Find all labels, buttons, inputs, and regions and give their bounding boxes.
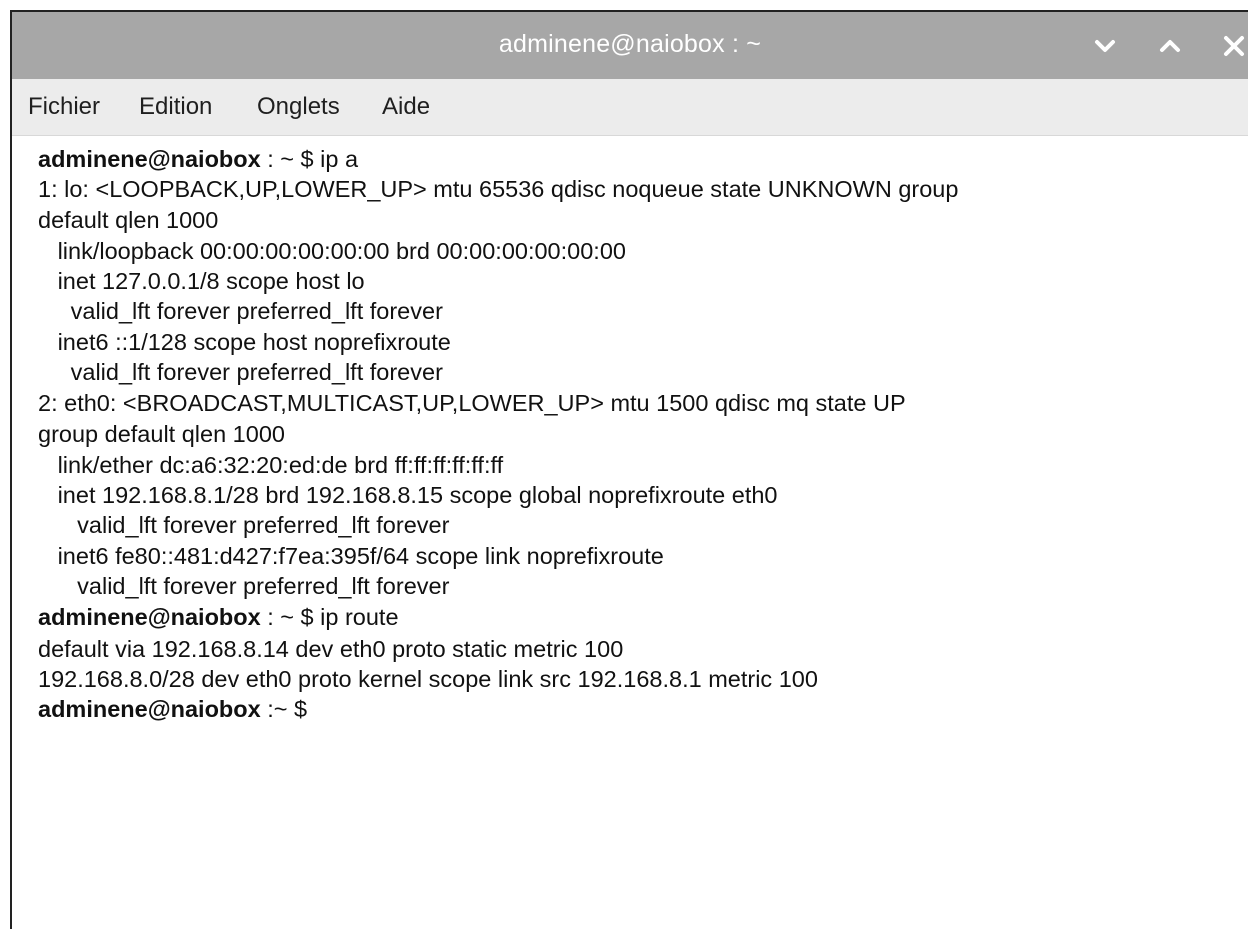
menu-bar: Fichier Edition Onglets Aide bbox=[12, 79, 1248, 136]
terminal-output[interactable]: adminene@naiobox : ~ $ ip a 1: lo: <LOOPB… bbox=[12, 136, 1248, 929]
terminal-window: adminene@naiobox : ~ Fichier Edition Ong… bbox=[10, 10, 1248, 929]
output-text: group default qlen 1000 bbox=[38, 421, 285, 447]
command-text: :~ $ bbox=[260, 696, 308, 722]
output-text: inet 127.0.0.1/8 scope host lo bbox=[38, 268, 365, 294]
output-text: inet6 fe80::481:d427:f7ea:395f/64 scope … bbox=[38, 543, 664, 569]
output-line: valid_lft forever preferred_lft forever bbox=[38, 512, 449, 539]
output-text: 2: eth0: <BROADCAST,MULTICAST,UP,LOWER_U… bbox=[38, 390, 906, 416]
menu-onglets[interactable]: Onglets bbox=[257, 93, 340, 121]
command-text: : ~ $ ip route bbox=[260, 604, 399, 630]
prompt-user: adminene@naiobox bbox=[38, 146, 261, 172]
output-line: valid_lft forever preferred_lft forever bbox=[38, 359, 443, 386]
window-title: adminene@naiobox : ~ bbox=[498, 30, 762, 58]
output-line: 2: eth0: <BROADCAST,MULTICAST,UP,LOWER_U… bbox=[38, 390, 906, 417]
output-line: inet 127.0.0.1/8 scope host lo bbox=[38, 268, 365, 295]
output-line: 192.168.8.0/28 dev eth0 proto kernel sco… bbox=[38, 666, 818, 693]
output-text: link/ether dc:a6:32:20:ed:de brd ff:ff:f… bbox=[38, 452, 504, 478]
menu-aide[interactable]: Aide bbox=[382, 93, 430, 121]
output-text: valid_lft forever preferred_lft forever bbox=[38, 298, 443, 324]
output-text: inet6 ::1/128 scope host noprefixroute bbox=[38, 329, 451, 355]
menu-edition[interactable]: Edition bbox=[139, 93, 212, 121]
output-text: inet 192.168.8.1/28 brd 192.168.8.15 sco… bbox=[38, 482, 778, 508]
output-line: valid_lft forever preferred_lft forever bbox=[38, 298, 443, 325]
prompt-user: adminene@naiobox bbox=[38, 604, 261, 630]
output-text: valid_lft forever preferred_lft forever bbox=[38, 512, 450, 538]
close-button[interactable] bbox=[1217, 30, 1248, 62]
close-icon bbox=[1222, 34, 1246, 58]
output-line: group default qlen 1000 bbox=[38, 421, 285, 448]
title-bar[interactable]: adminene@naiobox : ~ bbox=[12, 12, 1248, 79]
command-text: : ~ $ ip a bbox=[260, 146, 359, 172]
output-text: 192.168.8.0/28 dev eth0 proto kernel sco… bbox=[38, 666, 818, 692]
output-line: 1: lo: <LOOPBACK,UP,LOWER_UP> mtu 65536 … bbox=[38, 176, 958, 203]
minimize-button[interactable] bbox=[1088, 30, 1122, 62]
prompt-line: adminene@naiobox : ~ $ ip route bbox=[38, 604, 399, 631]
chevron-up-icon bbox=[1159, 39, 1181, 53]
output-line: inet 192.168.8.1/28 brd 192.168.8.15 sco… bbox=[38, 482, 778, 509]
maximize-button[interactable] bbox=[1153, 30, 1187, 62]
output-line: link/ether dc:a6:32:20:ed:de brd ff:ff:f… bbox=[38, 452, 504, 479]
output-text: link/loopback 00:00:00:00:00:00 brd 00:0… bbox=[38, 238, 626, 264]
prompt-user: adminene@naiobox bbox=[38, 696, 261, 722]
output-text: default via 192.168.8.14 dev eth0 proto … bbox=[38, 636, 624, 662]
output-line: inet6 ::1/128 scope host noprefixroute bbox=[38, 329, 451, 356]
menu-fichier[interactable]: Fichier bbox=[28, 93, 100, 121]
chevron-down-icon bbox=[1094, 39, 1116, 53]
output-line: default qlen 1000 bbox=[38, 207, 218, 234]
output-text: valid_lft forever preferred_lft forever bbox=[38, 359, 443, 385]
output-text: default qlen 1000 bbox=[38, 207, 219, 233]
prompt-line: adminene@naiobox : ~ $ ip a bbox=[38, 146, 358, 173]
output-text: 1: lo: <LOOPBACK,UP,LOWER_UP> mtu 65536 … bbox=[38, 176, 959, 202]
output-line: link/loopback 00:00:00:00:00:00 brd 00:0… bbox=[38, 238, 626, 265]
output-line: valid_lft forever preferred_lft forever bbox=[38, 573, 449, 600]
output-line: inet6 fe80::481:d427:f7ea:395f/64 scope … bbox=[38, 543, 664, 570]
output-text: valid_lft forever preferred_lft forever bbox=[38, 573, 450, 599]
prompt-line: adminene@naiobox :~ $ bbox=[38, 696, 307, 723]
output-line: default via 192.168.8.14 dev eth0 proto … bbox=[38, 636, 623, 663]
